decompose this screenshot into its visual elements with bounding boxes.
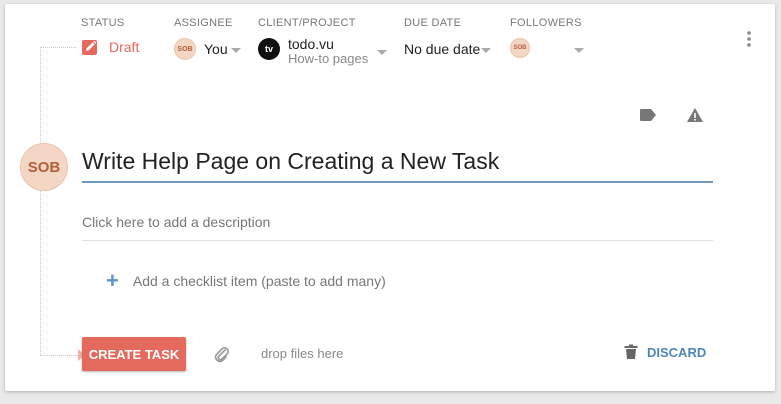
- client-project-label: CLIENT/PROJECT: [258, 17, 356, 29]
- project-name: How-to pages: [288, 51, 369, 66]
- timeline-line: [40, 47, 41, 356]
- checklist-placeholder: Add a checklist item (paste to add many): [132, 273, 386, 289]
- tag-icon[interactable]: [639, 108, 657, 122]
- timeline-connector-top: [40, 47, 76, 48]
- due-date-label: DUE DATE: [404, 17, 462, 29]
- chevron-down-icon: [574, 48, 584, 53]
- status-label: STATUS: [81, 17, 125, 29]
- description-input[interactable]: Click here to add a description: [82, 214, 713, 241]
- chevron-down-icon: [377, 50, 387, 55]
- due-date-value: No due date: [404, 41, 481, 57]
- trash-icon: [624, 344, 638, 360]
- warning-icon[interactable]: [686, 107, 704, 123]
- chevron-down-icon: [481, 48, 491, 53]
- task-card: STATUS ASSIGNEE CLIENT/PROJECT DUE DATE …: [5, 4, 775, 391]
- paperclip-icon[interactable]: [214, 346, 230, 364]
- create-task-button[interactable]: CREATE TASK: [82, 337, 186, 371]
- client-name: todo.vu: [288, 36, 334, 52]
- task-owner-avatar: SOB: [20, 143, 68, 191]
- assignee-dropdown[interactable]: SOB You: [174, 38, 244, 62]
- more-vertical-icon[interactable]: [744, 29, 754, 49]
- timeline-connector-bottom: [40, 355, 78, 356]
- client-project-dropdown[interactable]: tv todo.vu How-to pages: [258, 35, 393, 67]
- followers-dropdown[interactable]: SOB: [510, 38, 590, 62]
- assignee-value: You: [204, 41, 228, 57]
- plus-icon: +: [106, 268, 119, 293]
- status-value: Draft: [109, 39, 140, 55]
- task-title-input[interactable]: Write Help Page on Creating a New Task: [82, 148, 713, 183]
- discard-label: DISCARD: [647, 344, 707, 360]
- add-checklist-item[interactable]: + Add a checklist item (paste to add man…: [106, 268, 386, 293]
- drop-files-zone[interactable]: drop files here: [261, 346, 343, 361]
- followers-label: FOLLOWERS: [510, 17, 582, 29]
- edit-square-icon: [81, 38, 99, 56]
- client-logo: tv: [258, 38, 280, 60]
- discard-button[interactable]: DISCARD: [624, 344, 706, 360]
- follower-avatar: SOB: [510, 38, 530, 58]
- due-date-dropdown[interactable]: No due date: [404, 38, 499, 62]
- assignee-avatar: SOB: [174, 38, 196, 60]
- chevron-down-icon: [231, 48, 241, 53]
- status-dropdown[interactable]: Draft: [81, 38, 139, 56]
- assignee-label: ASSIGNEE: [174, 17, 233, 29]
